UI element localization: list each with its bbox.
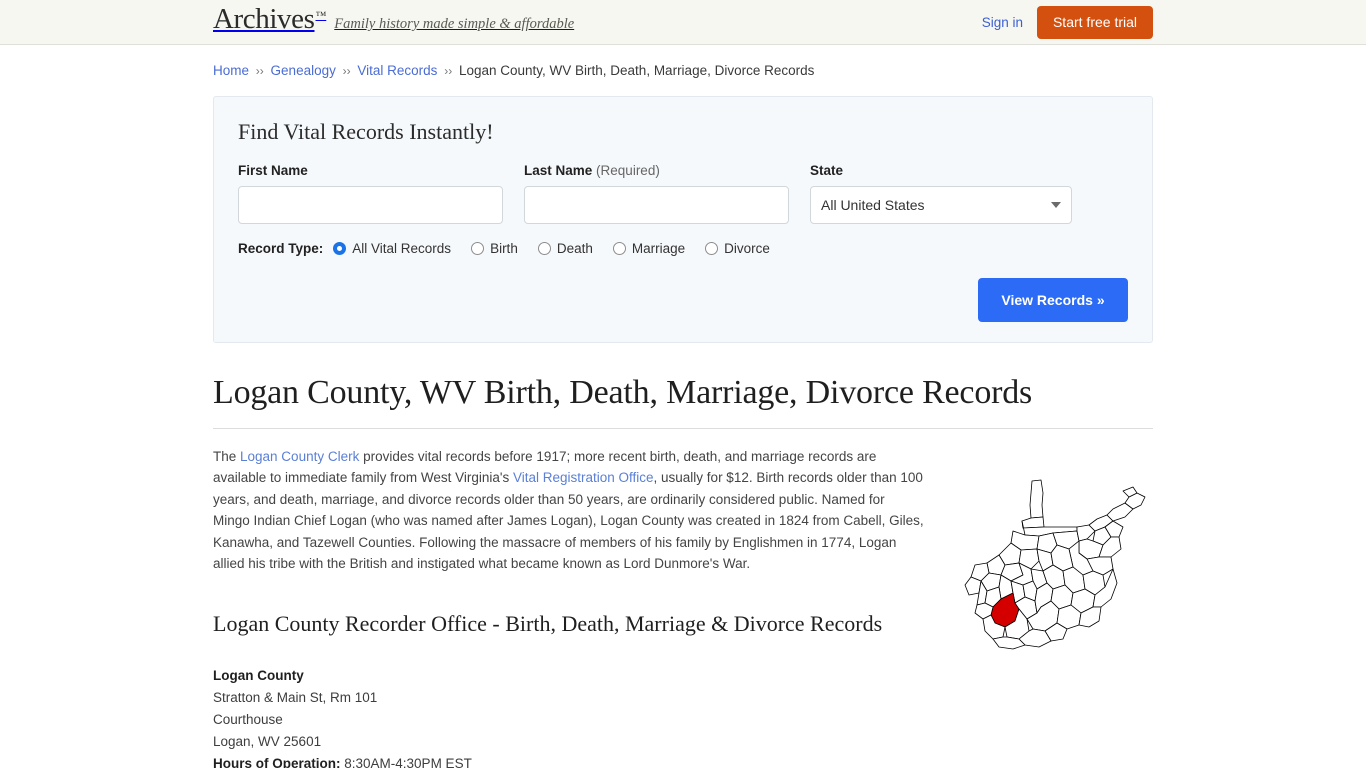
- state-select[interactable]: All United States: [810, 185, 1072, 224]
- sign-in-link[interactable]: Sign in: [982, 15, 1023, 30]
- record-type-option-birth[interactable]: Birth: [471, 241, 518, 256]
- breadcrumb-separator: ››: [444, 64, 453, 78]
- radio-icon-all-vital-records[interactable]: [333, 241, 347, 255]
- vital-registration-office-link[interactable]: Vital Registration Office: [513, 470, 654, 485]
- office-building: Courthouse: [213, 711, 283, 727]
- record-type-option-label: Death: [556, 240, 593, 256]
- record-type-label: Record Type:: [238, 240, 324, 256]
- breadcrumb: Home ›› Genealogy ›› Vital Records ›› Lo…: [213, 45, 1153, 81]
- record-type-option-divorce[interactable]: Divorce: [705, 241, 770, 256]
- record-type-option-label: Marriage: [631, 240, 686, 256]
- last-name-required-note: (Required): [596, 162, 660, 178]
- intro-paragraph: The Logan County Clerk provides vital re…: [213, 446, 925, 575]
- first-name-label: First Name: [238, 162, 308, 178]
- state-map-svg: [964, 479, 1146, 650]
- record-type-option-marriage[interactable]: Marriage: [612, 240, 686, 256]
- view-records-button[interactable]: View Records »: [978, 277, 1128, 322]
- office-hours: Hours of Operation: 8:30AM-4:30PM EST: [213, 753, 1153, 768]
- radio-icon-death[interactable]: [537, 241, 551, 255]
- last-name-field-group: Last Name (Required): [524, 163, 789, 224]
- recorder-office-address: Logan County Stratton & Main St, Rm 101 …: [213, 665, 1153, 768]
- search-panel-title: Find Vital Records Instantly!: [238, 118, 494, 144]
- office-hours-value: 8:30AM-4:30PM EST: [344, 755, 472, 768]
- vital-records-search-panel: Find Vital Records Instantly! First Name…: [213, 95, 1153, 343]
- office-city-state-zip: Logan, WV 25601: [213, 733, 322, 749]
- radio-icon-marriage[interactable]: [612, 241, 626, 255]
- breadcrumb-item-vital-records[interactable]: Vital Records: [357, 63, 437, 78]
- first-name-field-group: First Name: [238, 163, 503, 224]
- breadcrumb-item-current: Logan County, WV Birth, Death, Marriage,…: [458, 63, 815, 78]
- state-label: State: [810, 162, 844, 178]
- first-name-input[interactable]: [238, 185, 503, 224]
- logo-tagline: Family history made simple & affordable: [334, 16, 575, 32]
- state-select-value: All United States: [821, 196, 925, 213]
- breadcrumb-separator: ››: [342, 64, 351, 78]
- record-type-option-label: All Vital Records: [352, 240, 452, 256]
- paragraph-part-3: , usually for $12. Birth records older t…: [213, 470, 924, 572]
- last-name-label: Last Name (Required): [524, 163, 789, 178]
- logo-wordmark: Archives: [213, 3, 315, 35]
- site-header: Archives ™ Family history made simple & …: [0, 0, 1366, 45]
- radio-icon-divorce[interactable]: [705, 241, 719, 255]
- office-name: Logan County: [213, 667, 304, 683]
- search-fields-row: First Name Last Name (Required) State Al…: [238, 163, 1128, 224]
- page-title: Logan County, WV Birth, Death, Marriage,…: [213, 373, 1033, 411]
- breadcrumb-item-genealogy[interactable]: Genealogy: [271, 63, 336, 78]
- title-divider: [213, 427, 1153, 429]
- article: Logan County, WV Birth, Death, Marriage,…: [213, 373, 1153, 768]
- trademark-icon: ™: [315, 10, 327, 22]
- logan-county-clerk-link[interactable]: Logan County Clerk: [240, 449, 359, 464]
- record-type-row: Record Type: All Vital Records Birth Dea…: [238, 241, 1128, 256]
- start-free-trial-button[interactable]: Start free trial: [1036, 5, 1153, 39]
- office-hours-label: Hours of Operation:: [213, 755, 341, 768]
- site-logo[interactable]: Archives ™ Family history made simple & …: [213, 5, 574, 34]
- last-name-label-text: Last Name: [524, 162, 593, 178]
- breadcrumb-separator: ››: [255, 64, 264, 78]
- office-street: Stratton & Main St, Rm 101: [213, 689, 378, 705]
- state-field-group: State All United States: [810, 163, 1072, 224]
- page-container: Home ›› Genealogy ›› Vital Records ›› Lo…: [213, 45, 1153, 768]
- record-type-option-label: Birth: [490, 240, 518, 256]
- record-type-option-all-vital-records[interactable]: All Vital Records: [333, 241, 451, 256]
- header-inner: Archives ™ Family history made simple & …: [213, 0, 1153, 44]
- paragraph-part-1: The: [213, 448, 241, 464]
- record-type-option-death[interactable]: Death: [537, 240, 593, 256]
- radio-icon-birth[interactable]: [471, 241, 485, 255]
- west-virginia-county-map: [953, 475, 1153, 655]
- header-actions: Sign in Start free trial: [982, 0, 1153, 44]
- record-type-option-label: Divorce: [724, 240, 770, 256]
- breadcrumb-item-home[interactable]: Home: [213, 63, 249, 78]
- state-select-wrap: All United States: [810, 185, 1072, 224]
- last-name-input[interactable]: [524, 185, 789, 224]
